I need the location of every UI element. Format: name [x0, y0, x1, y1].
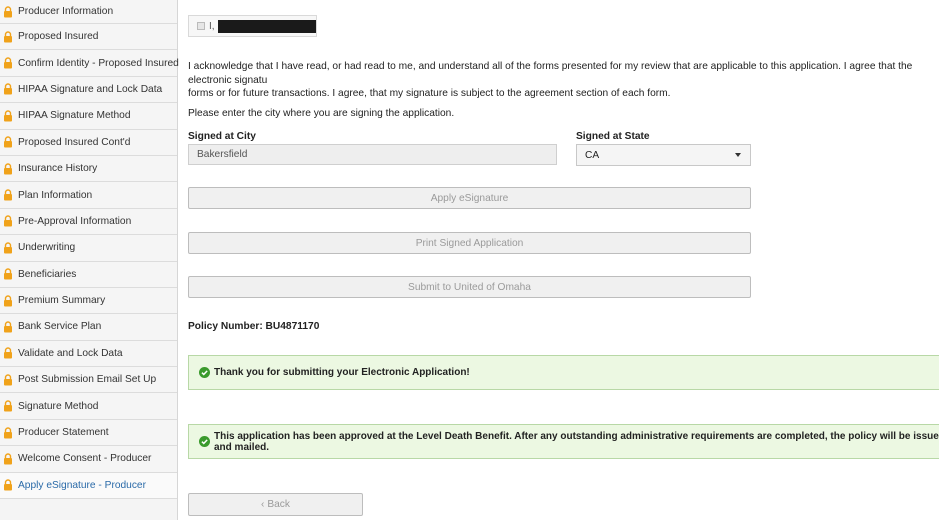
sidebar-item[interactable]: Underwriting	[0, 235, 177, 262]
sidebar-item[interactable]: Premium Summary	[0, 287, 177, 315]
sidebar-item-label: Underwriting	[18, 242, 76, 254]
signed-state-label: Signed at State	[576, 131, 650, 142]
lock-icon	[3, 268, 13, 280]
lock-icon	[3, 215, 13, 227]
sidebar-item[interactable]: Bank Service Plan	[0, 314, 177, 341]
acknowledgement-text: I acknowledge that I have read, or had r…	[188, 61, 913, 99]
sidebar-item-label: Bank Service Plan	[18, 321, 102, 333]
lock-icon	[3, 136, 13, 148]
chevron-down-icon	[735, 153, 741, 157]
sidebar-item-label: Confirm Identity - Proposed Insured	[18, 57, 179, 69]
sidebar-item-label: Producer Information	[18, 6, 114, 17]
sidebar-item[interactable]: HIPAA Signature and Lock Data	[0, 76, 177, 104]
acknowledge-checkbox[interactable]	[197, 22, 205, 30]
lock-icon	[3, 321, 13, 333]
sidebar-item-label: HIPAA Signature Method	[18, 110, 131, 122]
lock-icon	[3, 31, 13, 43]
lock-icon	[3, 479, 13, 491]
policy-number: Policy Number: BU4871170	[188, 321, 320, 332]
submitted-alert-text: Thank you for submitting your Electronic…	[214, 367, 470, 378]
lock-icon	[3, 347, 13, 359]
chevron-left-icon: ‹	[261, 499, 265, 510]
approved-alert: This application has been approved at th…	[188, 424, 939, 459]
lock-icon	[3, 426, 13, 439]
acknowledge-checkbox-row[interactable]: I,	[188, 15, 317, 37]
sidebar-item-label: Validate and Lock Data	[18, 347, 123, 359]
sidebar-item[interactable]: Producer Statement	[0, 419, 177, 447]
signed-state-select[interactable]: CA	[576, 144, 751, 166]
sidebar-item[interactable]: HIPAA Signature Method	[0, 103, 177, 130]
sidebar-item-label: Beneficiaries	[18, 268, 77, 280]
sidebar-item[interactable]: Producer Information	[0, 0, 177, 24]
sidebar-item[interactable]: Post Submission Email Set Up	[0, 367, 177, 394]
acknowledge-prefix: I,	[208, 20, 215, 32]
sidebar-item-label: Premium Summary	[18, 295, 106, 307]
sidebar-item[interactable]: Apply eSignature - Producer	[0, 472, 177, 500]
signed-city-label: Signed at City	[188, 131, 256, 142]
lock-icon	[3, 294, 13, 307]
check-circle-icon	[199, 436, 210, 447]
sidebar-item-label: Insurance History	[18, 163, 98, 175]
lock-icon	[3, 374, 13, 386]
lock-icon	[3, 453, 13, 465]
approved-alert-text: This application has been approved at th…	[214, 430, 939, 453]
signed-state-value: CA	[585, 149, 600, 161]
sidebar-item-label: Welcome Consent - Producer	[18, 453, 152, 465]
sidebar-item[interactable]: Insurance History	[0, 155, 177, 183]
back-button[interactable]: ‹ Back	[188, 493, 363, 516]
sidebar-item[interactable]: Validate and Lock Data	[0, 340, 177, 368]
city-prompt: Please enter the city where you are sign…	[188, 108, 455, 119]
sidebar-item[interactable]: Proposed Insured Cont'd	[0, 129, 177, 156]
sidebar-item-label: Plan Information	[18, 189, 93, 201]
lock-icon	[3, 242, 13, 254]
lock-icon	[3, 162, 13, 175]
lock-icon	[3, 83, 13, 95]
sidebar-item[interactable]: Welcome Consent - Producer	[0, 446, 177, 473]
sidebar-item-label: Proposed Insured Cont'd	[18, 136, 131, 148]
submitted-alert: Thank you for submitting your Electronic…	[188, 355, 939, 390]
sidebar-item[interactable]: Confirm Identity - Proposed Insured	[0, 50, 179, 77]
lock-icon	[3, 110, 13, 122]
sidebar-item[interactable]: Pre-Approval Information	[0, 208, 177, 236]
lock-icon	[3, 400, 13, 412]
back-button-label: Back	[267, 499, 290, 510]
sidebar-item-label: Producer Statement	[18, 427, 109, 439]
sidebar-item-label: Proposed Insured	[18, 31, 99, 43]
check-circle-icon	[199, 367, 210, 378]
sidebar-item[interactable]: Beneficiaries	[0, 261, 177, 288]
apply-esignature-button[interactable]: Apply eSignature	[188, 187, 751, 209]
lock-icon	[3, 189, 13, 201]
sidebar-item[interactable]: Signature Method	[0, 393, 177, 420]
sidebar-item-label: Pre-Approval Information	[18, 215, 132, 227]
redacted-name	[217, 19, 316, 33]
sidebar-item-label: Post Submission Email Set Up	[18, 374, 157, 386]
sidebar-item-label: Signature Method	[18, 400, 99, 412]
sidebar-item[interactable]: Proposed Insured	[0, 24, 177, 51]
print-signed-application-button[interactable]: Print Signed Application	[188, 232, 751, 254]
sidebar-item-label: HIPAA Signature and Lock Data	[18, 83, 163, 95]
lock-icon	[3, 5, 13, 18]
lock-icon	[3, 57, 13, 69]
sidebar-item-label: Apply eSignature - Producer	[18, 479, 146, 491]
sidebar-item[interactable]: Plan Information	[0, 182, 177, 209]
sidebar-nav: Producer Information Proposed Insured Conf…	[0, 0, 179, 520]
signed-city-input[interactable]: Bakersfield	[188, 144, 557, 165]
main-content: I, I acknowledge that I have read, or ha…	[188, 0, 939, 520]
submit-application-button[interactable]: Submit to United of Omaha	[188, 276, 751, 298]
